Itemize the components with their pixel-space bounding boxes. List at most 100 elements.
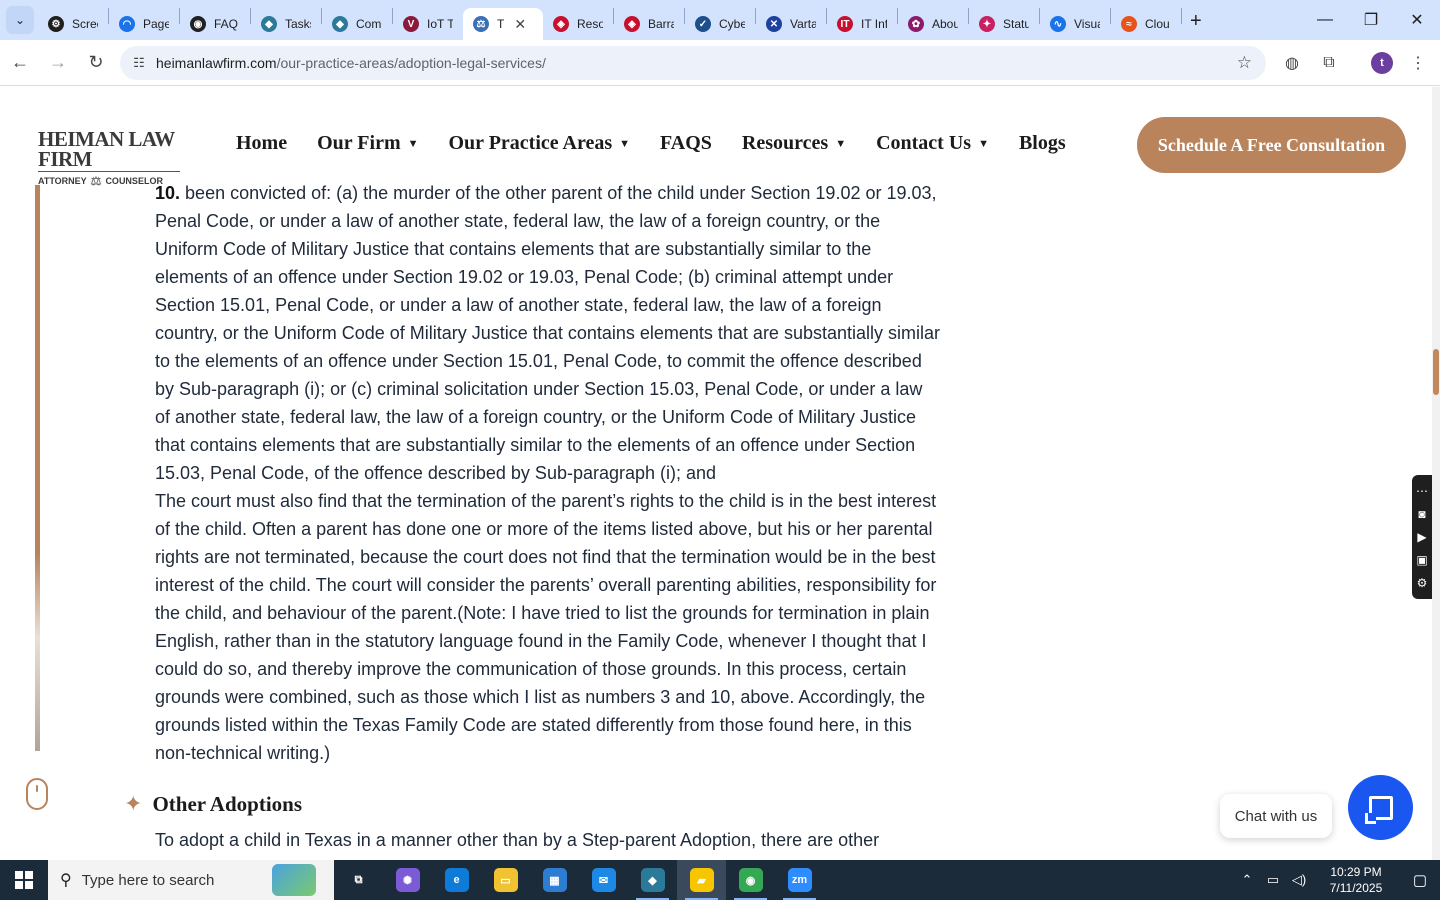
nav-item-blogs[interactable]: Blogs (1019, 132, 1066, 155)
browser-tab[interactable]: ◆ Tasks (251, 8, 321, 40)
translate-button[interactable]: ◍ (1274, 40, 1310, 86)
tab-title: IoT T (427, 17, 453, 31)
browser-tab[interactable]: ✦ Statu (969, 8, 1039, 40)
bookmark-star-icon[interactable]: ☆ (1237, 53, 1252, 73)
chat-launcher-button[interactable] (1348, 775, 1413, 840)
browser-tab[interactable]: ◈ Barra (614, 8, 684, 40)
tab-title: Statu (1003, 17, 1029, 31)
caret-down-icon: ▼ (619, 137, 631, 150)
taskbar-app-copilot[interactable]: ✺ (383, 860, 432, 900)
tab-favicon-icon: ◆ (261, 16, 277, 32)
file-explorer-icon: ▭ (493, 868, 518, 892)
nav-item-our-firm[interactable]: Our Firm ▼ (317, 132, 418, 155)
camera-icon[interactable]: ◙ (1418, 507, 1425, 521)
taskbar-clock[interactable]: 10:29 PM 7/11/2025 (1318, 864, 1394, 896)
chevron-up-icon[interactable]: ⌃ (1235, 872, 1259, 888)
browser-tab[interactable]: ◉ FAQ (180, 8, 250, 40)
new-tab-button[interactable]: + (1190, 10, 1202, 33)
close-window-button[interactable]: ✕ (1394, 0, 1440, 40)
profile-button[interactable]: t (1364, 40, 1400, 86)
chrome-menu-button[interactable]: ⋮ (1400, 40, 1436, 86)
tab-favicon-icon: ◉ (190, 16, 206, 32)
nav-item-our-practice-areas[interactable]: Our Practice Areas ▼ (449, 132, 631, 155)
avatar: t (1371, 52, 1393, 74)
taskbar-app-edge[interactable]: e (432, 860, 481, 900)
section-title: Other Adoptions (152, 791, 303, 816)
browser-tab[interactable]: ✕ Varta (756, 8, 826, 40)
tab-favicon-icon: ⚖ (473, 16, 489, 32)
address-bar[interactable]: ☷ heimanlawfirm.com/our-practice-areas/a… (120, 46, 1266, 80)
network-icon[interactable]: ▭ (1261, 872, 1285, 888)
tab-favicon-icon: ✓ (695, 16, 711, 32)
clock-date: 7/11/2025 (1329, 881, 1383, 895)
browser-tab[interactable]: ✓ Cybe (685, 8, 755, 40)
back-button[interactable]: ← (2, 45, 38, 81)
tab-favicon-icon: ✕ (766, 16, 782, 32)
browser-tab[interactable]: ◆ Com (322, 8, 392, 40)
chat-with-us-bubble[interactable]: Chat with us (1220, 794, 1332, 838)
list-item-text: been convicted of: (a) the murder of the… (155, 183, 940, 483)
search-highlight-image (272, 864, 316, 896)
taskbar-app-chrome[interactable]: ◉ (726, 860, 775, 900)
taskbar-search-box[interactable]: ⚲ Type here to search (48, 860, 334, 900)
caret-down-icon: ▼ (407, 137, 419, 150)
taskbar-app-task-view[interactable]: ⧉ (334, 860, 383, 900)
tab-title: FAQ (214, 17, 239, 31)
tab-close-icon[interactable]: ✕ (514, 16, 526, 33)
article-paragraph: The court must also find that the termin… (155, 491, 937, 763)
tab-title: Cybe (719, 17, 745, 31)
nav-item-label: Our Practice Areas (448, 132, 613, 154)
tab-list: ⚙ Screen ◠ Page ◉ FAQ ◆ Tasks ◆ Com V IoT T ⚖ T ✕ ◈ Reso… (38, 0, 1182, 40)
extensions-button[interactable]: ⧉ (1311, 40, 1347, 86)
page-scrollbar[interactable] (1432, 87, 1440, 860)
capture-toolbar: ⋯ ◙ ▶ ▣ ⚙ (1412, 475, 1432, 599)
caret-down-icon: ▼ (835, 137, 847, 150)
caret-down-icon: ▼ (978, 137, 989, 150)
logo-left-word: ATTORNEY (38, 176, 87, 186)
start-button[interactable] (0, 860, 48, 900)
gear-icon[interactable]: ⚙ (1417, 576, 1428, 590)
taskbar-app-mail[interactable]: ✉ (579, 860, 628, 900)
reload-button[interactable]: ↻ (78, 45, 114, 81)
browser-tab[interactable]: ⚙ Screen (38, 8, 108, 40)
link-icon[interactable]: ⋯ (1416, 484, 1428, 498)
tab-search-button[interactable]: ⌄ (6, 6, 34, 34)
browser-tab[interactable]: ◈ Reso (543, 8, 613, 40)
zoom-icon: zm (787, 868, 812, 892)
browser-tab[interactable]: ∿ Visua (1040, 8, 1110, 40)
browser-tab[interactable]: ◠ Page (109, 8, 179, 40)
taskbar-app-zoom[interactable]: zm (775, 860, 824, 900)
scrollbar-thumb[interactable] (1433, 349, 1439, 395)
notification-icon[interactable]: ▢ (1400, 871, 1440, 889)
tab-favicon-icon: ◈ (553, 16, 569, 32)
schedule-consultation-button[interactable]: Schedule A Free Consultation (1137, 117, 1406, 173)
browser-tab[interactable]: V IoT T (393, 8, 463, 40)
taskbar-app-sticky-notes[interactable]: ▰ (677, 860, 726, 900)
volume-icon[interactable]: ◁) (1287, 872, 1311, 888)
forward-button[interactable]: → (40, 45, 76, 81)
window-icon[interactable]: ▣ (1416, 553, 1427, 567)
browser-tab[interactable]: ⚖ T ✕ (463, 8, 543, 40)
nav-item-resources[interactable]: Resources ▼ (742, 132, 846, 155)
taskbar-app-app-diamond[interactable]: ◆ (628, 860, 677, 900)
tab-favicon-icon: ✦ (979, 16, 995, 32)
restore-button[interactable]: ❐ (1348, 0, 1394, 40)
minimize-button[interactable]: — (1302, 0, 1348, 40)
puzzle-icon: ⧉ (1323, 54, 1335, 71)
tab-title: Varta (790, 17, 816, 31)
taskbar-app-file-explorer[interactable]: ▭ (481, 860, 530, 900)
tab-favicon-icon: ✿ (908, 16, 924, 32)
taskbar-app-store[interactable]: ▦ (530, 860, 579, 900)
nav-item-contact-us[interactable]: Contact Us ▼ (876, 132, 989, 155)
browser-tab[interactable]: ✿ Abou (898, 8, 968, 40)
video-camera-icon[interactable]: ▶ (1417, 530, 1426, 544)
arrow-left-icon: ← (11, 52, 29, 72)
globe-icon: ◍ (1285, 55, 1299, 72)
nav-item-home[interactable]: Home (236, 132, 287, 155)
browser-tab[interactable]: IT IT Inf (827, 8, 897, 40)
browser-tab[interactable]: ≈ Clou (1111, 8, 1181, 40)
scroll-mouse-icon (26, 778, 48, 810)
tab-title: Visua (1074, 17, 1100, 31)
nav-item-faqs[interactable]: FAQS (660, 132, 712, 155)
site-info-icon[interactable]: ☷ (126, 55, 152, 71)
